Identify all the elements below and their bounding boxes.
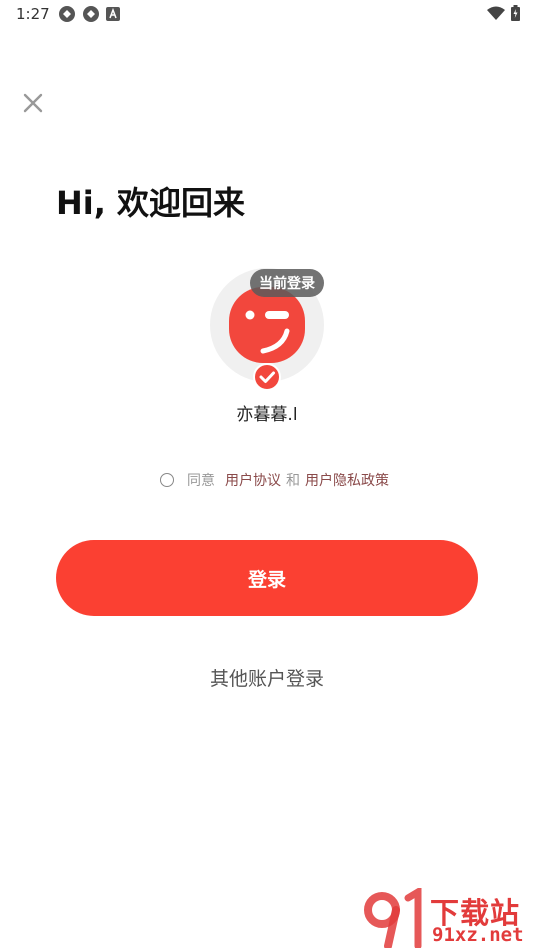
- privacy-policy-link[interactable]: 用户隐私政策: [305, 470, 389, 490]
- a-notification-icon: [106, 7, 120, 21]
- username: 亦暮暮.l: [236, 405, 298, 425]
- wifi-icon: [487, 6, 505, 20]
- wink-face-icon: [229, 287, 305, 363]
- status-bar: 1:27: [0, 0, 534, 28]
- checkmark-icon: [253, 363, 281, 391]
- battery-icon: [511, 5, 520, 21]
- close-icon: [23, 93, 43, 113]
- status-icons-left: [58, 5, 120, 23]
- status-time: 1:27: [16, 5, 50, 23]
- other-account-login-link[interactable]: 其他账户登录: [0, 664, 534, 691]
- close-button[interactable]: [20, 90, 46, 116]
- agreement-radio[interactable]: [160, 473, 174, 487]
- status-icons-right: [487, 5, 520, 21]
- sync-icon: [59, 6, 75, 22]
- login-button[interactable]: 登录: [56, 540, 478, 616]
- agreement-prefix: 同意: [187, 473, 215, 489]
- watermark: 下载站 91xz.net: [362, 888, 532, 948]
- user-agreement-link[interactable]: 用户协议: [225, 470, 281, 490]
- agreement-conjunction: 和: [286, 473, 300, 489]
- agreement-row: 同意 用户协议 和 用户隐私政策: [160, 469, 389, 491]
- watermark-logo-icon: [364, 888, 422, 948]
- sync-icon: [83, 6, 99, 22]
- watermark-url: 91xz.net: [432, 924, 524, 946]
- current-login-badge: 当前登录: [250, 269, 324, 297]
- page-title: Hi, 欢迎回来: [56, 184, 246, 222]
